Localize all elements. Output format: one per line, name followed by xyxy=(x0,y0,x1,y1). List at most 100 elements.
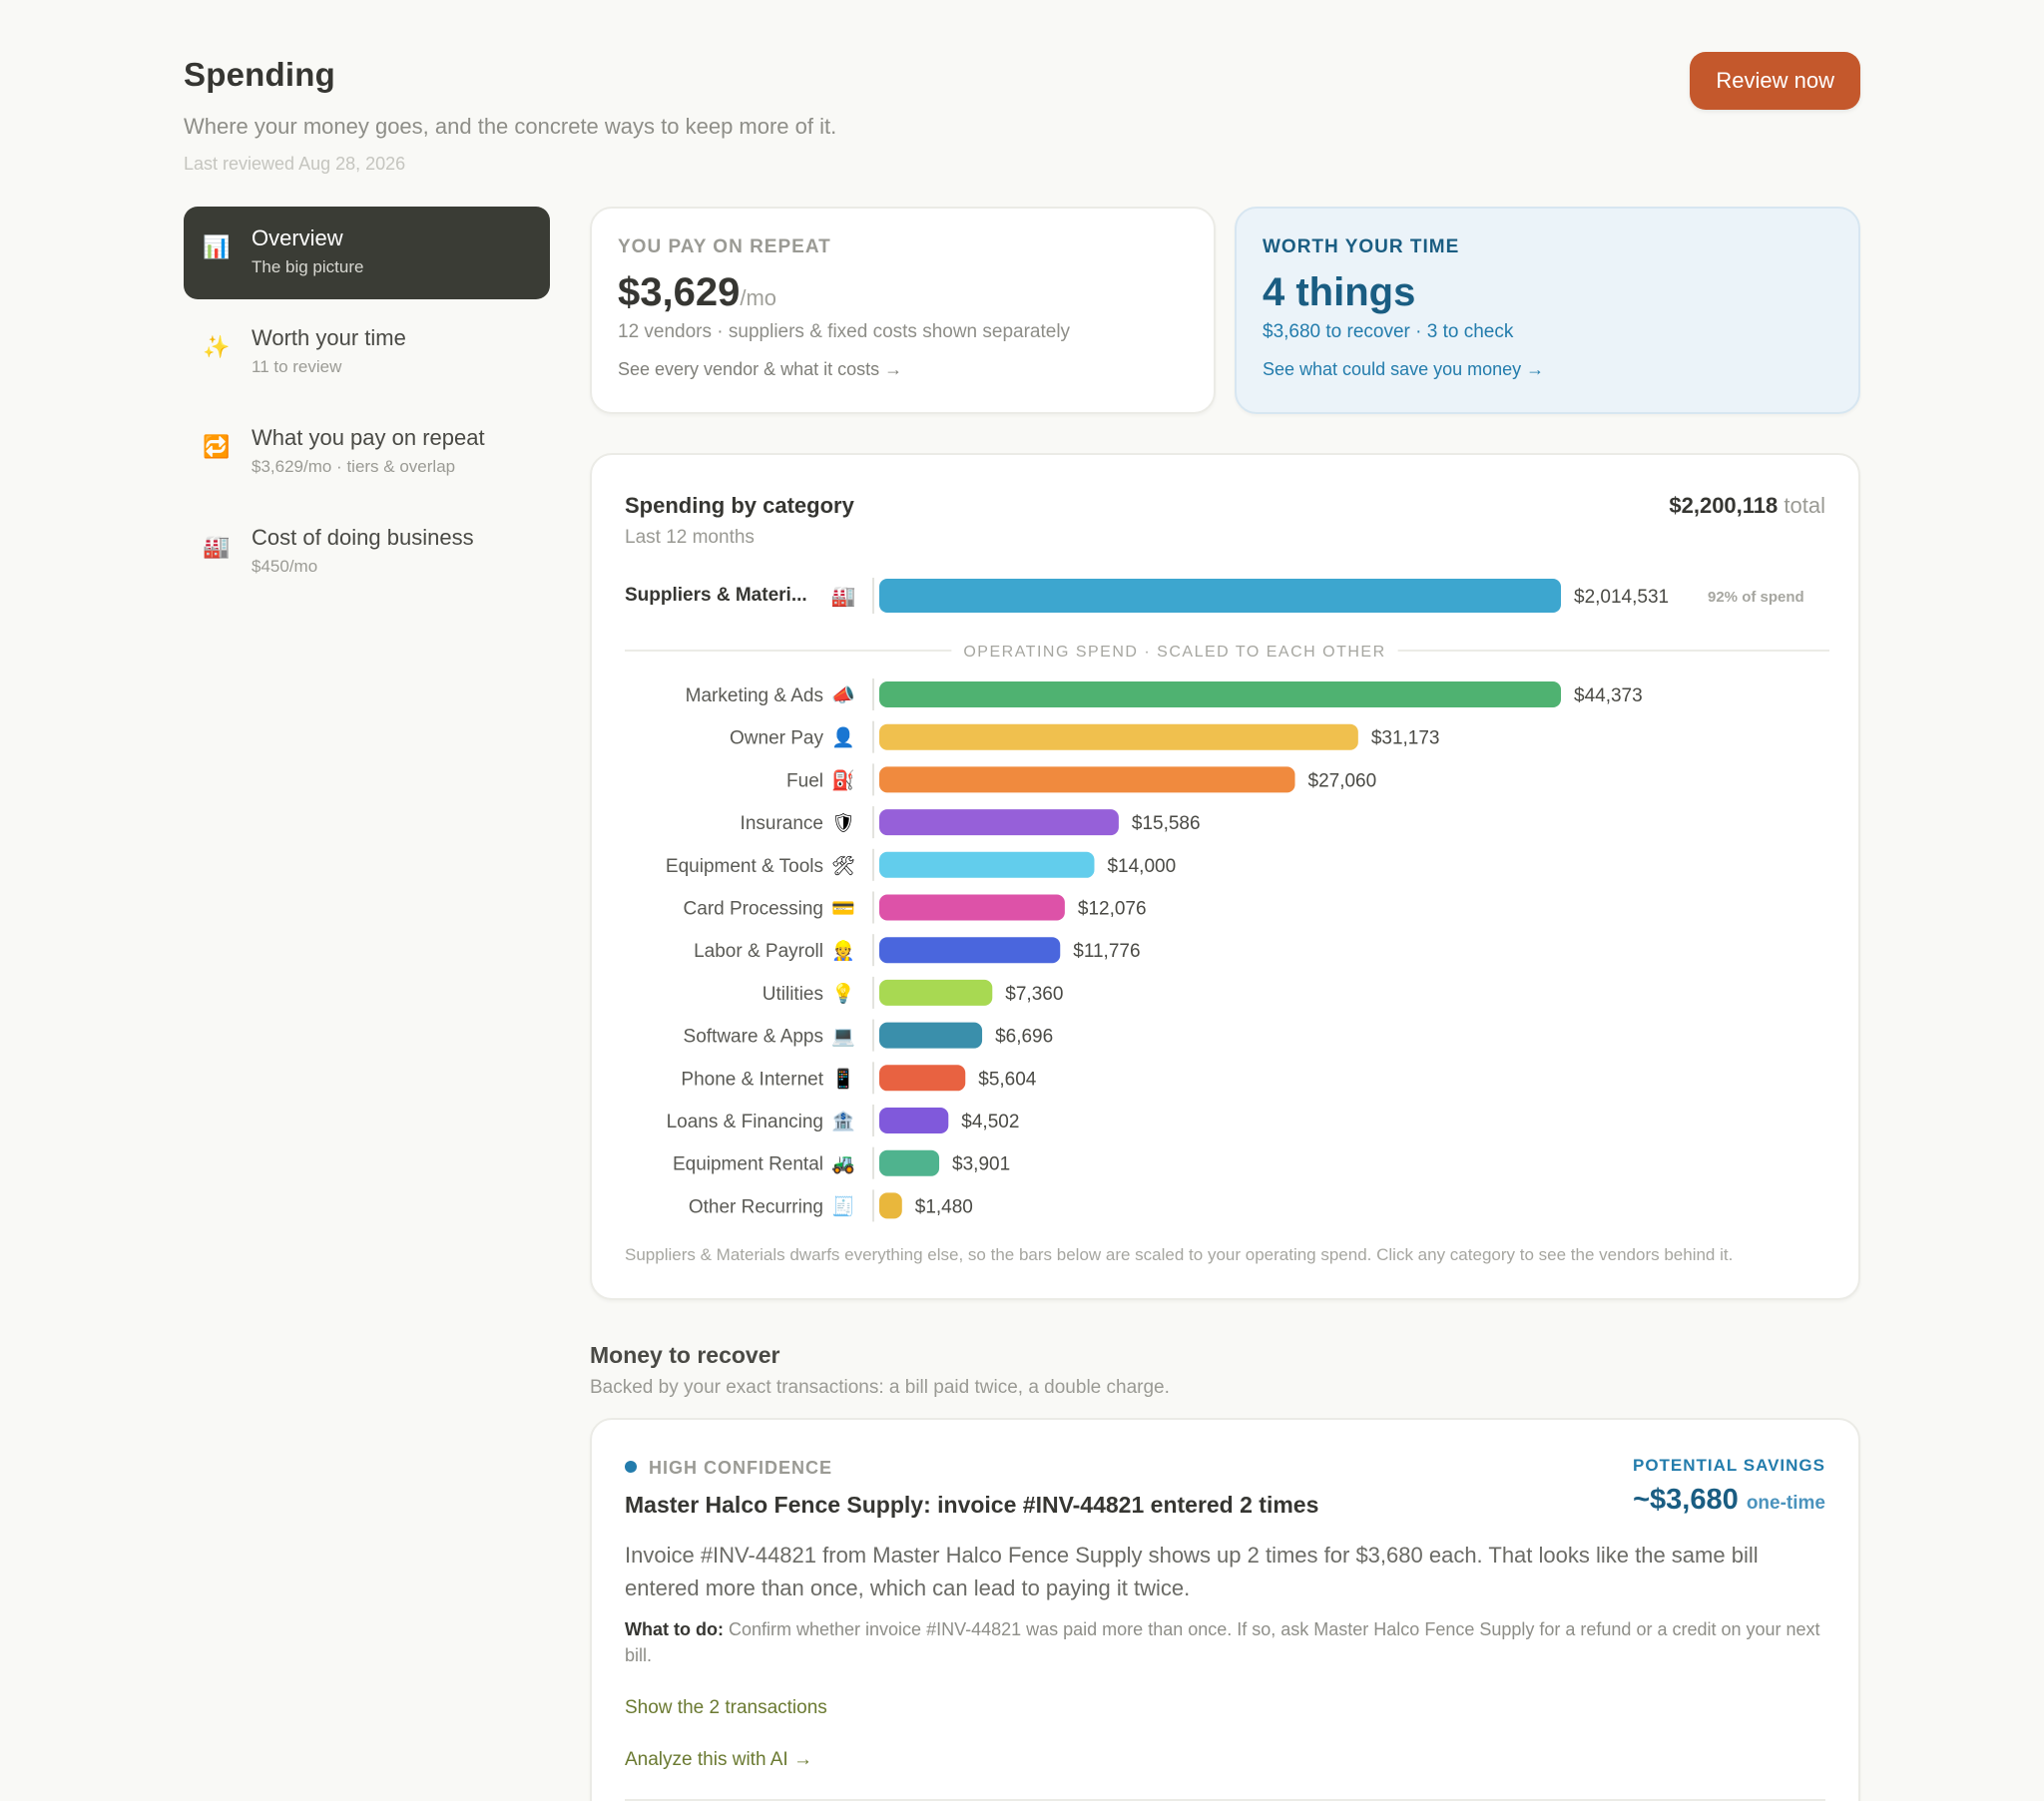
category-label: Phone & Internet xyxy=(681,1069,823,1090)
spending-by-category-card: Spending by category Last 12 months $2,2… xyxy=(590,453,1860,1300)
bar-top-category xyxy=(879,579,1561,613)
worth-detail: $3,680 to recover · 3 to check xyxy=(1263,321,1514,342)
category-icon: 💡 xyxy=(831,982,855,1005)
category-footnote: Suppliers & Materials dwarfs everything … xyxy=(625,1245,1734,1264)
repeat-amount: $3,629 xyxy=(618,270,741,314)
category-icon: 💳 xyxy=(831,899,855,920)
category-bar xyxy=(879,809,1119,836)
finding-what-to-do: What to do: Confirm whether invoice #INV… xyxy=(625,1616,1822,1668)
sidebar-nav: 📊 Overview The big picture ✨ Worth your … xyxy=(184,207,550,606)
category-bar xyxy=(879,851,1095,878)
category-label: Fuel xyxy=(786,770,823,791)
category-label: Equipment Rental xyxy=(673,1154,823,1175)
show-transactions-link[interactable]: Show the 2 transactions xyxy=(625,1697,827,1719)
category-icon: 📱 xyxy=(831,1067,855,1090)
category-bar xyxy=(879,766,1295,793)
savings-amount-line: ~$3,680 one-time xyxy=(1633,1484,1825,1517)
sidebar-item-subtitle: $3,629/mo · tiers & overlap xyxy=(252,457,456,476)
money-to-recover-header: Money to recover Backed by your exact tr… xyxy=(590,1342,1170,1399)
review-now-button[interactable]: Review now xyxy=(1690,52,1860,110)
repeat-eyebrow: YOU PAY ON REPEAT xyxy=(618,236,831,257)
recover-subtitle: Backed by your exact transactions: a bil… xyxy=(590,1377,1170,1398)
repeat-summary-card[interactable]: YOU PAY ON REPEAT $3,629/mo 12 vendors ·… xyxy=(590,207,1216,414)
category-bar xyxy=(879,894,1065,921)
category-value: $4,502 xyxy=(961,1112,1019,1132)
sidebar-item-worth-your-time[interactable]: ✨ Worth your time 11 to review xyxy=(184,306,550,399)
category-value: $14,000 xyxy=(1107,856,1176,877)
category-label: Software & Apps xyxy=(684,1027,823,1048)
worth-eyebrow: WORTH YOUR TIME xyxy=(1263,236,1460,257)
category-icon: 🏦 xyxy=(831,1110,855,1132)
last-reviewed: Last reviewed Aug 28, 2026 xyxy=(184,154,406,174)
category-value: $7,360 xyxy=(1005,984,1063,1005)
top-category-icon: 🏭 xyxy=(831,586,856,608)
category-icon: 🧾 xyxy=(831,1194,855,1217)
category-value: $11,776 xyxy=(1073,941,1140,962)
confidence-badge: HIGH CONFIDENCE xyxy=(625,1458,832,1479)
potential-savings: POTENTIAL SAVINGS ~$3,680 one-time xyxy=(1633,1456,1825,1517)
category-label: Owner Pay xyxy=(730,728,823,749)
sidebar-item-subtitle: 11 to review xyxy=(252,357,342,376)
sidebar-item-subtitle: $450/mo xyxy=(252,557,318,576)
category-bar xyxy=(879,1149,940,1176)
category-icon: 💻 xyxy=(831,1027,855,1048)
category-icon: 👤 xyxy=(831,726,855,749)
category-label: Utilities xyxy=(763,984,823,1005)
factory-icon: 🏭 xyxy=(203,534,231,559)
category-label: Labor & Payroll xyxy=(694,941,823,962)
category-value: $15,586 xyxy=(1132,813,1201,834)
category-icon: ⛽ xyxy=(831,768,855,791)
sidebar-item-title: Overview xyxy=(252,225,343,250)
savings-term: one-time xyxy=(1746,1493,1825,1514)
sidebar-item-overview[interactable]: 📊 Overview The big picture xyxy=(184,207,550,299)
category-icon: 👷 xyxy=(831,939,855,962)
repeat-link[interactable]: See every vendor & what it costs → xyxy=(618,359,1188,380)
category-value: $31,173 xyxy=(1371,728,1440,749)
analyze-with-ai-link[interactable]: Analyze this with AI → xyxy=(625,1749,812,1771)
todo-text: Confirm whether invoice #INV-44821 was p… xyxy=(625,1619,1820,1665)
operating-spend-label: OPERATING SPEND · SCALED TO EACH OTHER xyxy=(963,644,1385,661)
page-header: Spending Where your money goes, and the … xyxy=(184,52,1860,175)
category-bar xyxy=(879,979,993,1006)
category-bar xyxy=(879,723,1358,750)
sidebar-item-title: Cost of doing business xyxy=(252,525,474,550)
worth-summary-card[interactable]: WORTH YOUR TIME 4 things $3,680 to recov… xyxy=(1235,207,1860,414)
finding-card: HIGH CONFIDENCE Master Halco Fence Suppl… xyxy=(590,1418,1860,1801)
sidebar-item-cost-of-business[interactable]: 🏭 Cost of doing business $450/mo xyxy=(184,506,550,599)
sidebar-item-title: What you pay on repeat xyxy=(252,425,485,450)
category-label: Loans & Financing xyxy=(667,1112,823,1132)
sparkles-icon: ✨ xyxy=(203,334,231,359)
repeat-unit: /mo xyxy=(740,285,777,310)
category-value: $12,076 xyxy=(1078,899,1147,920)
category-label: Card Processing xyxy=(684,899,823,920)
confidence-dot-icon xyxy=(625,1461,637,1473)
category-bar xyxy=(879,1192,902,1219)
page-subtitle: Where your money goes, and the concrete … xyxy=(184,114,837,139)
category-icon: 🚜 xyxy=(831,1154,855,1175)
category-value: $1,480 xyxy=(915,1196,973,1217)
savings-label: POTENTIAL SAVINGS xyxy=(1632,1456,1825,1475)
confidence-label: HIGH CONFIDENCE xyxy=(649,1458,833,1478)
sidebar-item-subtitle: The big picture xyxy=(252,257,364,276)
category-value: $5,604 xyxy=(978,1069,1037,1090)
category-bar xyxy=(879,937,1061,964)
repeat-icon: 🔁 xyxy=(203,434,231,459)
category-label: Marketing & Ads xyxy=(686,685,823,706)
category-label: Other Recurring xyxy=(689,1196,823,1217)
todo-label: What to do: xyxy=(625,1619,724,1639)
repeat-value: $3,629/mo xyxy=(618,270,1188,315)
category-bar xyxy=(879,1065,966,1092)
category-bar xyxy=(879,681,1561,707)
top-category-share: 92% of spend xyxy=(1708,589,1804,606)
sidebar-item-pay-on-repeat[interactable]: 🔁 What you pay on repeat $3,629/mo · tie… xyxy=(184,406,550,499)
savings-amount: ~$3,680 xyxy=(1633,1484,1739,1516)
category-bar-chart: Suppliers & Materi... 🏭 $2,014,531 92% of s… xyxy=(625,578,1829,1222)
category-value: $3,901 xyxy=(952,1154,1010,1175)
worth-link[interactable]: See what could save you money → xyxy=(1263,359,1832,380)
top-category-value: $2,014,531 xyxy=(1574,587,1669,608)
category-icon: 🛠 xyxy=(831,856,855,877)
repeat-detail: 12 vendors · suppliers & fixed costs sho… xyxy=(618,321,1071,342)
category-icon: 📣 xyxy=(831,684,855,706)
recover-title: Money to recover xyxy=(590,1342,780,1368)
finding-title: Master Halco Fence Supply: invoice #INV-… xyxy=(625,1492,1319,1518)
